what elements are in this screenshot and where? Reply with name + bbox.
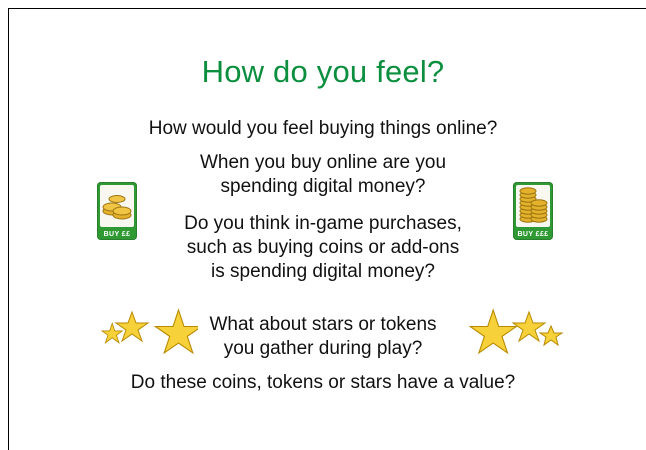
question-1: How would you feel buying things online? <box>0 117 646 141</box>
buy-card-right-inner <box>516 185 550 227</box>
question-3-line-3: is spending digital money? <box>211 261 435 282</box>
buy-card-right: BUY £££ <box>513 182 553 240</box>
buy-card-left-inner <box>100 185 134 227</box>
coins-small-stack-icon <box>102 195 132 220</box>
buy-card-right-label: BUY £££ <box>517 231 549 238</box>
slide-frame-top-line <box>8 8 646 9</box>
question-1-text: How would you feel buying things online? <box>148 118 498 139</box>
question-2-line-1: When you buy online are you <box>199 152 447 173</box>
stars-right-icon <box>469 308 564 355</box>
buy-card-left: BUY ££ <box>97 182 137 240</box>
question-5: Do these coins, tokens or stars have a v… <box>0 371 646 395</box>
coins-tall-stack-icon <box>519 187 548 223</box>
buy-card-left-label: BUY ££ <box>103 231 131 238</box>
stars-left-icon <box>100 308 198 355</box>
question-5-text: Do these coins, tokens or stars have a v… <box>130 372 516 393</box>
slide-title: How do you feel? <box>201 54 445 89</box>
